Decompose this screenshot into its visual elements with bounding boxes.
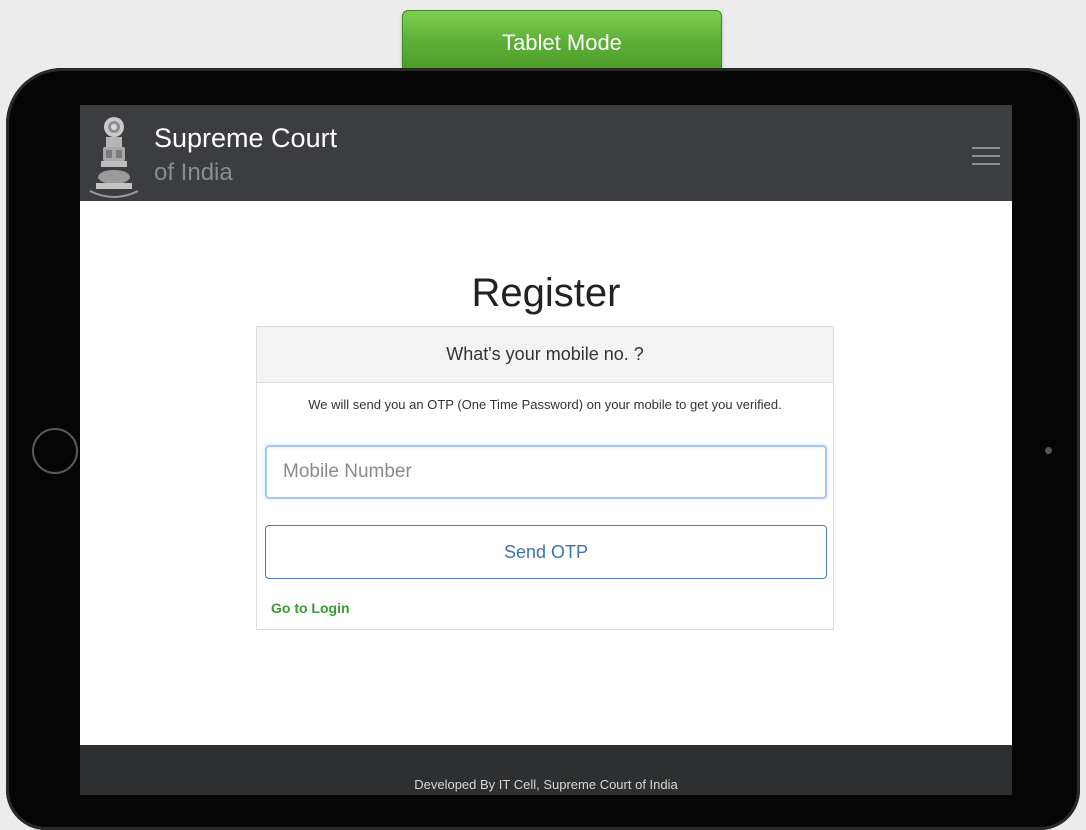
home-button[interactable] — [32, 428, 78, 474]
emblem-icon — [89, 117, 139, 198]
panel-heading: What's your mobile no. ? — [257, 327, 833, 383]
otp-info-text: We will send you an OTP (One Time Passwo… — [308, 397, 782, 412]
hamburger-menu-icon[interactable] — [968, 141, 1004, 171]
footer: Developed By IT Cell, Supreme Court of I… — [80, 745, 1012, 795]
page-title: Register — [471, 271, 621, 315]
register-panel: What's your mobile no. ? We will send yo… — [256, 326, 834, 630]
navbar: Supreme Court of India — [80, 105, 1012, 201]
go-to-login-link[interactable]: Go to Login — [271, 600, 350, 616]
camera-icon — [1045, 447, 1052, 454]
mobile-number-input[interactable] — [265, 445, 827, 499]
send-otp-button[interactable]: Send OTP — [265, 525, 827, 579]
brand-subtitle[interactable]: of India — [154, 159, 233, 187]
app-screen: Supreme Court of India Register What's y… — [80, 105, 1012, 795]
brand-title[interactable]: Supreme Court — [154, 123, 337, 154]
tablet-frame: Supreme Court of India Register What's y… — [6, 68, 1080, 830]
tablet-mode-badge: Tablet Mode — [402, 10, 722, 74]
footer-text: Developed By IT Cell, Supreme Court of I… — [414, 777, 678, 792]
